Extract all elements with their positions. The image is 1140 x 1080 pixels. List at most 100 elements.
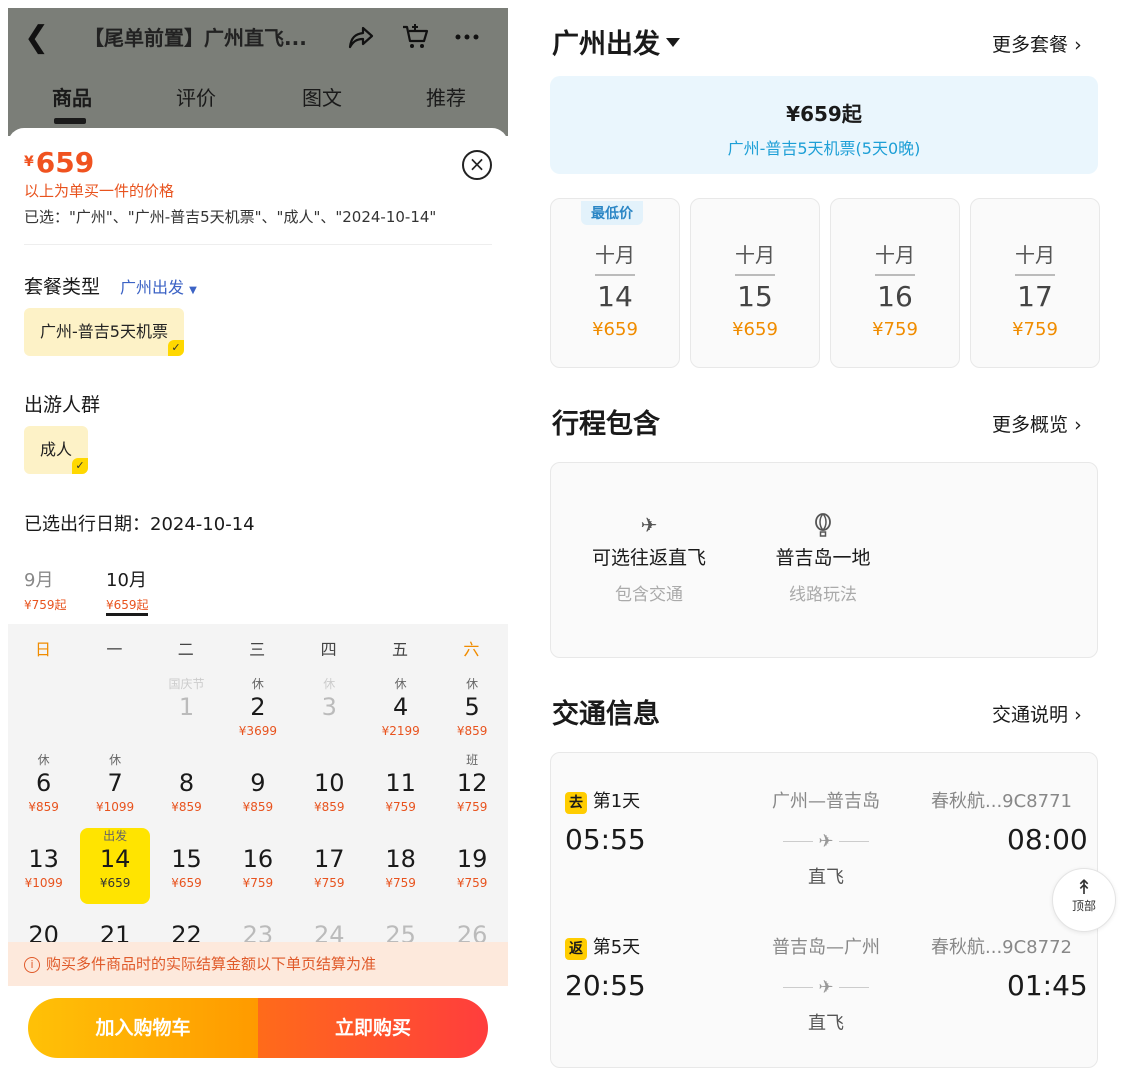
- calendar-day[interactable]: 10 ¥859: [294, 752, 364, 828]
- back-to-top-label: 顶部: [1071, 899, 1096, 913]
- weekday-label: 三: [249, 640, 266, 659]
- day-tag: [152, 828, 222, 844]
- day-number: 3: [321, 693, 337, 721]
- calendar-day[interactable]: 13 ¥1099: [9, 828, 79, 904]
- chevron-right-icon: ›: [1074, 414, 1082, 436]
- departure-title: 广州出发: [552, 29, 660, 60]
- check-icon: ✓: [167, 340, 184, 356]
- calendar-day[interactable]: 休 7 ¥1099: [80, 752, 150, 828]
- day-price: ¥859: [456, 724, 488, 738]
- calendar-day: 休3: [294, 676, 364, 752]
- divider: [735, 274, 775, 276]
- more-packages-link[interactable]: 更多套餐 ›: [992, 30, 1082, 57]
- buy-now-button[interactable]: 立即购买: [258, 998, 488, 1058]
- date-card[interactable]: 最低价 十月 14 ¥659: [550, 198, 680, 368]
- crowd-option-label: 成人: [40, 440, 73, 459]
- month-tab-october[interactable]: 10月 ¥659起: [106, 566, 149, 613]
- calendar-day[interactable]: 8 ¥859: [152, 752, 222, 828]
- flight-outbound[interactable]: 去 第1天 广州—普吉岛 春秋航...9C8771 05:55 ✈ 08:00 …: [551, 753, 1099, 893]
- day-price: ¥3699: [238, 724, 277, 738]
- day-tag: [223, 828, 293, 844]
- calendar-day[interactable]: 15 ¥659: [152, 828, 222, 904]
- date-card-day: 17: [1017, 280, 1053, 313]
- day-number: 5: [464, 693, 480, 721]
- month-tab-september[interactable]: 9月 ¥759起: [24, 566, 67, 613]
- calendar-day[interactable]: 休 5 ¥859: [437, 676, 507, 752]
- selected-package-card[interactable]: ¥659起 广州-普吉5天机票(5天0晚): [550, 76, 1098, 174]
- package-option-chip[interactable]: 广州-普吉5天机票 ✓: [24, 308, 184, 356]
- itinerary-title: 行程包含: [552, 409, 660, 440]
- day-tag: 休: [109, 753, 122, 767]
- day-price: ¥859: [28, 800, 59, 814]
- calendar-day[interactable]: 出发 14 ¥659: [80, 828, 151, 904]
- day-number: 12: [456, 769, 488, 797]
- back-icon[interactable]: ❮: [24, 20, 49, 55]
- divider: [595, 274, 635, 276]
- calendar-day[interactable]: 休 4 ¥2199: [366, 676, 436, 752]
- day-tag: [9, 904, 79, 920]
- calendar-day: 国庆节 1: [152, 676, 222, 752]
- day-number: 1: [178, 693, 195, 721]
- package-type-label: 套餐类型: [24, 276, 101, 298]
- weekday-label: 四: [320, 640, 337, 659]
- day-price: ¥759: [456, 876, 488, 890]
- calendar-day[interactable]: 9 ¥859: [223, 752, 293, 828]
- day-price: ¥759: [242, 876, 274, 890]
- day-tag: [294, 752, 364, 768]
- day-tag: [152, 752, 222, 768]
- flight-airline: 春秋航...9C8772: [931, 937, 1072, 958]
- day-tag: 休: [251, 677, 264, 691]
- close-icon[interactable]: ×: [462, 150, 492, 180]
- calendar-day[interactable]: 休 6 ¥859: [9, 752, 79, 828]
- back-to-top-button[interactable]: ↟ 顶部: [1052, 868, 1116, 932]
- date-card[interactable]: 十月 16 ¥759: [830, 198, 960, 368]
- day-number: 9: [250, 769, 266, 797]
- more-icon[interactable]: [452, 22, 482, 52]
- tab-reviews[interactable]: 评价: [176, 82, 216, 111]
- calendar-day[interactable]: 休 2 ¥3699: [223, 676, 293, 752]
- day-number: 16: [242, 845, 274, 873]
- flight-return[interactable]: 返 第5天 普吉岛—广州 春秋航...9C8772 20:55 ✈ 01:45 …: [551, 899, 1099, 1039]
- date-card[interactable]: 十月 17 ¥759: [970, 198, 1100, 368]
- day-tag: [294, 904, 364, 920]
- more-overview-link[interactable]: 更多概览 ›: [992, 410, 1082, 437]
- weekday-label: 五: [391, 640, 408, 659]
- calendar-day[interactable]: 18 ¥759: [366, 828, 436, 904]
- add-to-cart-button[interactable]: 加入购物车: [28, 998, 258, 1058]
- package-city-text: 广州出发: [120, 278, 185, 297]
- calendar-day[interactable]: 11 ¥759: [366, 752, 436, 828]
- day-price: ¥759: [385, 800, 416, 814]
- tab-recommend[interactable]: 推荐: [426, 82, 466, 111]
- traffic-info-text: 交通说明: [992, 704, 1069, 726]
- product-title: 【尾单前置】广州直飞...: [84, 26, 307, 50]
- date-card-day: 15: [737, 280, 773, 313]
- day-price: ¥759: [385, 876, 416, 890]
- date-card[interactable]: 十月 15 ¥659: [690, 198, 820, 368]
- day-tag: [366, 752, 436, 768]
- calendar-day[interactable]: 班 12 ¥759: [437, 752, 507, 828]
- calendar-day[interactable]: 16 ¥759: [223, 828, 293, 904]
- calendar-day[interactable]: 19 ¥759: [437, 828, 507, 904]
- day-tag: [80, 904, 150, 920]
- departure-dropdown[interactable]: 广州出发: [552, 22, 680, 61]
- day-number: 4: [393, 693, 409, 721]
- traffic-info-link[interactable]: 交通说明 ›: [992, 700, 1082, 727]
- share-icon[interactable]: [346, 22, 376, 52]
- calendar-day[interactable]: 17 ¥759: [294, 828, 364, 904]
- day-number: 19: [456, 845, 488, 873]
- date-card-price: ¥759: [872, 319, 918, 340]
- tab-details[interactable]: 图文: [302, 82, 342, 111]
- day-number: 10: [314, 769, 345, 797]
- day-price: ¥2199: [381, 724, 420, 738]
- flight-day: 第5天: [592, 937, 641, 958]
- package-city-dropdown[interactable]: 广州出发 ▼: [120, 274, 197, 298]
- currency-symbol: ¥: [24, 154, 34, 170]
- day-number: 14: [99, 845, 131, 873]
- tab-product[interactable]: 商品: [52, 82, 92, 111]
- product-detail-panel: 广州出发 更多套餐 › ¥659起 广州-普吉5天机票(5天0晚) 最低价 十月 1…: [536, 0, 1116, 1080]
- day-price: ¥1099: [96, 800, 135, 814]
- crowd-option-chip[interactable]: 成人 ✓: [24, 426, 89, 474]
- top-bar: ❮ 【尾单前置】广州直飞... 商品 评价 图文 推荐: [8, 8, 508, 136]
- day-number: 18: [385, 845, 416, 873]
- cart-icon[interactable]: [400, 22, 430, 52]
